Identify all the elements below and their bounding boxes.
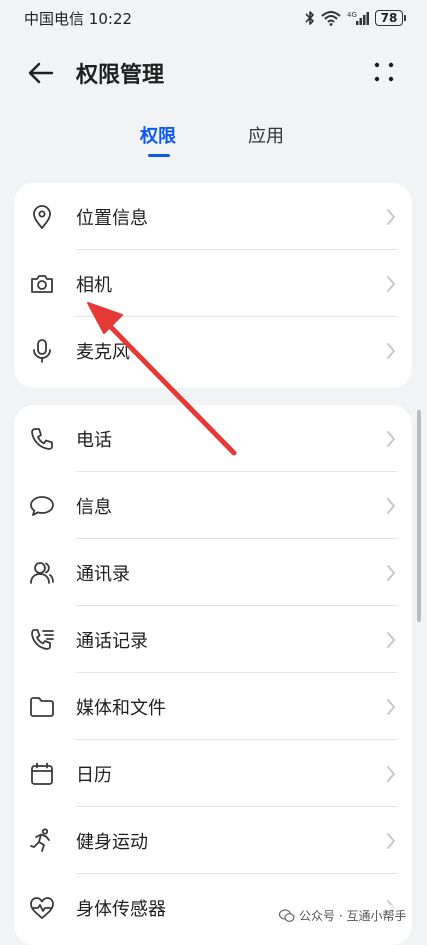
permission-label: 身体传感器 <box>76 898 166 920</box>
page-title: 权限管理 <box>76 63 165 88</box>
signal-icon: 4G <box>347 11 369 25</box>
permission-label: 媒体和文件 <box>76 697 166 719</box>
tab-permissions[interactable]: 权限 <box>140 122 176 148</box>
tab-bar: 权限 应用 <box>0 122 427 166</box>
chevron-right-icon <box>387 699 395 715</box>
permission-label: 位置信息 <box>76 207 148 229</box>
watermark-text: 公众号 · 互通小帮手 <box>299 909 407 923</box>
chevron-right-icon <box>387 343 395 359</box>
status-time: 10:22 <box>88 9 133 28</box>
chevron-right-icon <box>387 833 395 849</box>
permission-label: 电话 <box>76 429 112 451</box>
watermark: 公众号 · 互通小帮手 <box>275 905 411 926</box>
bluetooth-icon <box>305 11 314 25</box>
battery-indicator: 78 <box>375 10 406 26</box>
permission-group-2: 电话 信息 通讯录 通话记录 媒体和文件 日历 健身运动 身体传感器 <box>14 405 412 945</box>
permission-item-contacts[interactable]: 通讯录 <box>14 539 412 606</box>
microphone-icon <box>33 339 51 363</box>
chevron-right-icon <box>387 565 395 581</box>
permission-item-call-log[interactable]: 通话记录 <box>14 606 412 673</box>
heart-rate-icon <box>30 897 54 919</box>
wifi-icon <box>321 11 341 26</box>
permission-item-phone[interactable]: 电话 <box>14 405 412 472</box>
status-bar: 中国电信 10:22 4G 78 <box>0 0 427 36</box>
folder-icon <box>30 697 54 717</box>
tab-apps[interactable]: 应用 <box>248 122 284 148</box>
permission-item-messages[interactable]: 信息 <box>14 472 412 539</box>
permission-label: 信息 <box>76 496 112 518</box>
more-options-icon[interactable] <box>372 60 396 84</box>
permission-item-location[interactable]: 位置信息 <box>14 183 412 250</box>
permission-item-camera[interactable]: 相机 <box>14 250 412 317</box>
call-log-icon <box>31 629 54 650</box>
permission-item-microphone[interactable]: 麦克风 <box>14 317 412 384</box>
permission-item-calendar[interactable]: 日历 <box>14 740 412 807</box>
chevron-right-icon <box>387 632 395 648</box>
phone-icon <box>31 428 53 450</box>
permission-label: 通讯录 <box>76 563 130 585</box>
permission-item-fitness[interactable]: 健身运动 <box>14 807 412 874</box>
permission-label: 日历 <box>76 764 112 786</box>
back-arrow-icon[interactable] <box>26 58 56 88</box>
contacts-icon <box>30 562 54 584</box>
chevron-right-icon <box>387 498 395 514</box>
permission-label: 通话记录 <box>76 630 148 652</box>
wechat-logo-icon <box>279 908 295 922</box>
active-tab-indicator <box>148 154 170 157</box>
svg-text:4G: 4G <box>347 11 357 19</box>
chevron-right-icon <box>387 209 395 225</box>
permission-label: 相机 <box>76 274 112 296</box>
carrier-name: 中国电信 <box>24 9 85 28</box>
app-header: 权限管理 <box>0 48 427 96</box>
calendar-icon <box>31 762 53 785</box>
chevron-right-icon <box>387 431 395 447</box>
message-bubble-icon <box>30 496 54 516</box>
permission-label: 麦克风 <box>76 341 130 363</box>
running-icon <box>30 828 50 852</box>
permission-label: 健身运动 <box>76 831 148 853</box>
chevron-right-icon <box>387 276 395 292</box>
scrollbar[interactable] <box>417 410 421 622</box>
chevron-right-icon <box>387 766 395 782</box>
camera-icon <box>31 275 53 293</box>
permission-group-1: 位置信息 相机 麦克风 <box>14 183 412 388</box>
location-pin-icon <box>33 205 51 229</box>
status-right: 4G 78 <box>305 10 406 26</box>
permission-item-media-files[interactable]: 媒体和文件 <box>14 673 412 740</box>
status-left: 中国电信 10:22 <box>24 8 132 29</box>
